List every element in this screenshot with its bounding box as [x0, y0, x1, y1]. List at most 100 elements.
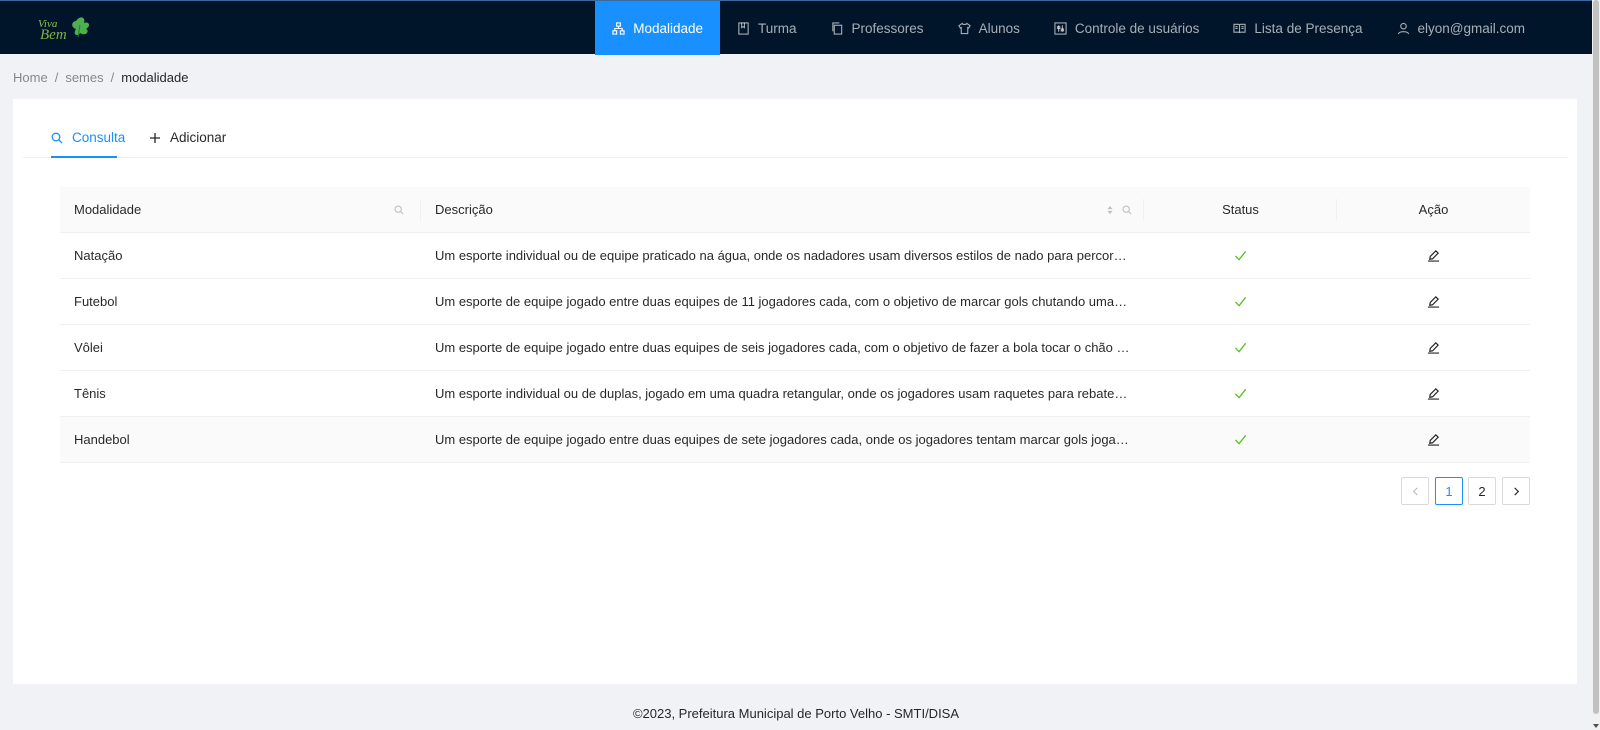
tab-label: Consulta — [72, 130, 126, 145]
top-navbar: Viva Bem Modalidade Turma Professores Al… — [0, 0, 1592, 55]
column-title: Descrição — [435, 202, 493, 217]
tabs: Consulta Adicionar — [23, 99, 1568, 158]
description-text: Um esporte de equipe jogado entre duas e… — [435, 340, 1130, 355]
scrollbar-thumb[interactable] — [1593, 0, 1599, 714]
breadcrumb-home[interactable]: Home — [13, 70, 48, 85]
cell-descricao: Um esporte de equipe jogado entre duas e… — [421, 279, 1144, 324]
cell-acao — [1337, 325, 1530, 370]
table-row: Natação Um esporte individual ou de equi… — [60, 233, 1530, 279]
column-title: Modalidade — [74, 202, 142, 217]
cell-acao — [1337, 279, 1530, 324]
copy-icon — [831, 21, 842, 35]
nav-item-user-account[interactable]: elyon@gmail.com — [1380, 1, 1543, 55]
modalidade-table: Modalidade Descrição Status Ação Natação… — [60, 187, 1530, 463]
cell-status — [1144, 417, 1337, 462]
breadcrumb-separator: / — [110, 70, 115, 85]
nav-item-label: Turma — [758, 20, 797, 36]
column-title: Ação — [1418, 202, 1449, 217]
description-text: Um esporte individual ou de duplas, joga… — [435, 386, 1130, 401]
sort-icon[interactable] — [1106, 205, 1114, 215]
scroll-down-arrow-icon[interactable] — [1593, 724, 1599, 728]
cell-modalidade: Tênis — [74, 386, 106, 401]
column-title: Status — [1222, 202, 1259, 217]
column-header-status: Status — [1144, 187, 1337, 232]
breadcrumb-separator: / — [54, 70, 59, 85]
cell-modalidade: Natação — [74, 248, 123, 263]
shirt-icon — [957, 22, 971, 34]
user-icon — [1397, 22, 1409, 34]
logo[interactable]: Viva Bem — [36, 13, 98, 43]
nav-item-label: Lista de Presença — [1254, 20, 1363, 36]
breadcrumb: Home / semes / modalidade — [13, 70, 188, 85]
nav-item-label: Professores — [851, 20, 924, 36]
cell-status — [1144, 371, 1337, 416]
check-icon — [1234, 250, 1247, 261]
nav-item-controle-usuarios[interactable]: Controle de usuários — [1037, 1, 1217, 55]
content-card: Consulta Adicionar Modalidade Descrição — [13, 99, 1577, 684]
description-text: Um esporte de equipe jogado entre duas e… — [435, 432, 1130, 447]
description-text: Um esporte de equipe jogado entre duas e… — [435, 294, 1130, 309]
apartment-icon — [612, 21, 625, 35]
table-header: Modalidade Descrição Status Ação — [60, 187, 1530, 233]
read-icon — [1233, 23, 1247, 33]
check-icon — [1234, 434, 1247, 445]
cell-modalidade: Handebol — [74, 432, 130, 447]
edit-icon[interactable] — [1427, 433, 1440, 446]
cell-acao — [1337, 371, 1530, 416]
nav-item-label: Modalidade — [633, 20, 704, 36]
check-icon — [1234, 296, 1247, 307]
nav-item-label: elyon@gmail.com — [1417, 20, 1526, 36]
footer: ©2023, Prefeitura Municipal de Porto Vel… — [632, 706, 960, 721]
cell-descricao: Um esporte individual ou de duplas, joga… — [421, 371, 1144, 416]
svg-text:Bem: Bem — [40, 27, 67, 43]
cell-acao — [1337, 417, 1530, 462]
edit-icon[interactable] — [1427, 341, 1440, 354]
cell-status — [1144, 325, 1337, 370]
cell-modalidade: Vôlei — [74, 340, 103, 355]
tab-consulta[interactable]: Consulta — [51, 130, 125, 145]
cell-acao — [1337, 233, 1530, 278]
breadcrumb-current: modalidade — [121, 70, 189, 85]
chevron-left-icon — [1412, 486, 1418, 496]
column-header-descricao: Descrição — [421, 187, 1144, 232]
pagination-next-button[interactable] — [1502, 477, 1530, 505]
column-search-icon[interactable] — [1122, 205, 1132, 215]
column-header-acao: Ação — [1337, 187, 1530, 232]
nav-item-turma[interactable]: Turma — [720, 1, 814, 55]
main-nav: Modalidade Turma Professores Alunos Cont… — [595, 1, 1542, 55]
nav-item-label: Controle de usuários — [1074, 20, 1200, 36]
cell-status — [1144, 233, 1337, 278]
description-text: Um esporte individual ou de equipe prati… — [435, 248, 1130, 263]
edit-icon[interactable] — [1427, 387, 1440, 400]
breadcrumb-semes[interactable]: semes — [65, 70, 103, 85]
chevron-right-icon — [1513, 486, 1519, 496]
cell-descricao: Um esporte individual ou de equipe prati… — [421, 233, 1144, 278]
cell-descricao: Um esporte de equipe jogado entre duas e… — [421, 325, 1144, 370]
pagination-page-2[interactable]: 2 — [1468, 477, 1496, 505]
check-icon — [1234, 388, 1247, 399]
pagination-page-1[interactable]: 1 — [1435, 477, 1463, 505]
nav-item-label: Alunos — [978, 20, 1020, 36]
check-icon — [1234, 342, 1247, 353]
nav-item-modalidade[interactable]: Modalidade — [595, 1, 721, 55]
nav-item-professores[interactable]: Professores — [814, 1, 941, 55]
nav-item-alunos[interactable]: Alunos — [941, 1, 1037, 55]
nav-item-lista-presenca[interactable]: Lista de Presença — [1216, 1, 1379, 55]
pagination-prev-button[interactable] — [1401, 477, 1429, 505]
table-row: Futebol Um esporte de equipe jogado entr… — [60, 279, 1530, 325]
cell-modalidade: Futebol — [74, 294, 118, 309]
tab-adicionar[interactable]: Adicionar — [149, 130, 226, 145]
search-icon — [51, 132, 63, 143]
edit-icon[interactable] — [1427, 295, 1440, 308]
edit-icon[interactable] — [1427, 249, 1440, 262]
cell-descricao: Um esporte de equipe jogado entre duas e… — [421, 417, 1144, 462]
table-row: Handebol Um esporte de equipe jogado ent… — [60, 417, 1530, 463]
control-icon — [1054, 21, 1067, 35]
tab-active-indicator — [51, 156, 117, 158]
plus-icon — [150, 132, 160, 143]
page-scrollbar[interactable] — [1592, 0, 1600, 730]
column-search-icon[interactable] — [394, 205, 404, 215]
table-row: Tênis Um esporte individual ou de duplas… — [60, 371, 1530, 417]
column-header-modalidade: Modalidade — [60, 187, 421, 232]
tab-label: Adicionar — [170, 130, 227, 145]
